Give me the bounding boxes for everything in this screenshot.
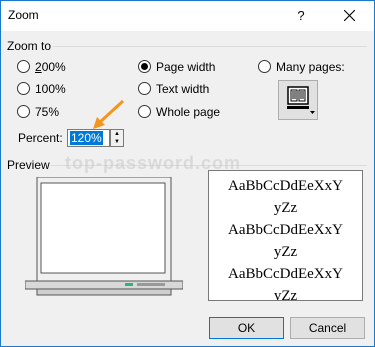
radio-many-pages-label[interactable]: Many pages:: [276, 60, 345, 74]
ok-button[interactable]: OK: [209, 317, 284, 339]
preview-line: yZz: [273, 244, 298, 260]
spin-up-icon[interactable]: ▲: [111, 130, 123, 138]
group-divider: [53, 46, 367, 47]
preview-line: AaBbCcDdEeXxY: [228, 266, 343, 282]
percent-label: Percent:: [18, 131, 63, 145]
radio-text-width-label[interactable]: Text width: [156, 82, 209, 96]
radio-text-width[interactable]: [138, 82, 151, 95]
radio-page-width[interactable]: [138, 60, 151, 73]
radio-many-pages[interactable]: [258, 60, 271, 73]
zoom-dialog: Zoom ? Zoom to 200% 100% 75% Page width …: [0, 0, 375, 347]
radio-75-label[interactable]: 75%: [35, 105, 59, 119]
close-icon: [343, 9, 355, 22]
title-bar: Zoom ?: [1, 1, 374, 31]
radio-100[interactable]: [17, 82, 30, 95]
close-button[interactable]: [326, 1, 372, 30]
radio-200-label[interactable]: 200%: [35, 60, 66, 74]
percent-input[interactable]: 120%: [67, 129, 110, 147]
preview-line: AaBbCcDdEeXxY: [228, 222, 343, 238]
percent-value: 120%: [70, 131, 103, 145]
preview-line: yZz: [273, 288, 298, 301]
monitor-pages-icon: [287, 86, 315, 114]
help-button[interactable]: ?: [291, 6, 311, 26]
radio-100-label[interactable]: 100%: [35, 82, 66, 96]
preview-sample-box: AaBbCcDdEeXxY yZz AaBbCcDdEeXxY yZz AaBb…: [208, 170, 363, 301]
radio-75[interactable]: [17, 105, 30, 118]
monitor-preview-icon: [25, 177, 183, 296]
dialog-title: Zoom: [8, 8, 39, 22]
preview-line: yZz: [273, 200, 298, 216]
cancel-button[interactable]: Cancel: [290, 317, 365, 339]
preview-group-label: Preview: [7, 158, 50, 172]
many-pages-button[interactable]: [278, 80, 318, 120]
radio-whole-page-label[interactable]: Whole page: [156, 105, 220, 119]
spin-down-icon[interactable]: ▼: [111, 138, 123, 146]
radio-200[interactable]: [17, 60, 30, 73]
orange-arrow-icon: [93, 99, 125, 129]
zoom-to-group-label: Zoom to: [7, 39, 52, 53]
radio-page-width-label[interactable]: Page width: [156, 60, 215, 74]
preview-line: AaBbCcDdEeXxY: [228, 178, 343, 194]
percent-spinner[interactable]: ▲ ▼: [110, 129, 124, 147]
radio-whole-page[interactable]: [138, 105, 151, 118]
